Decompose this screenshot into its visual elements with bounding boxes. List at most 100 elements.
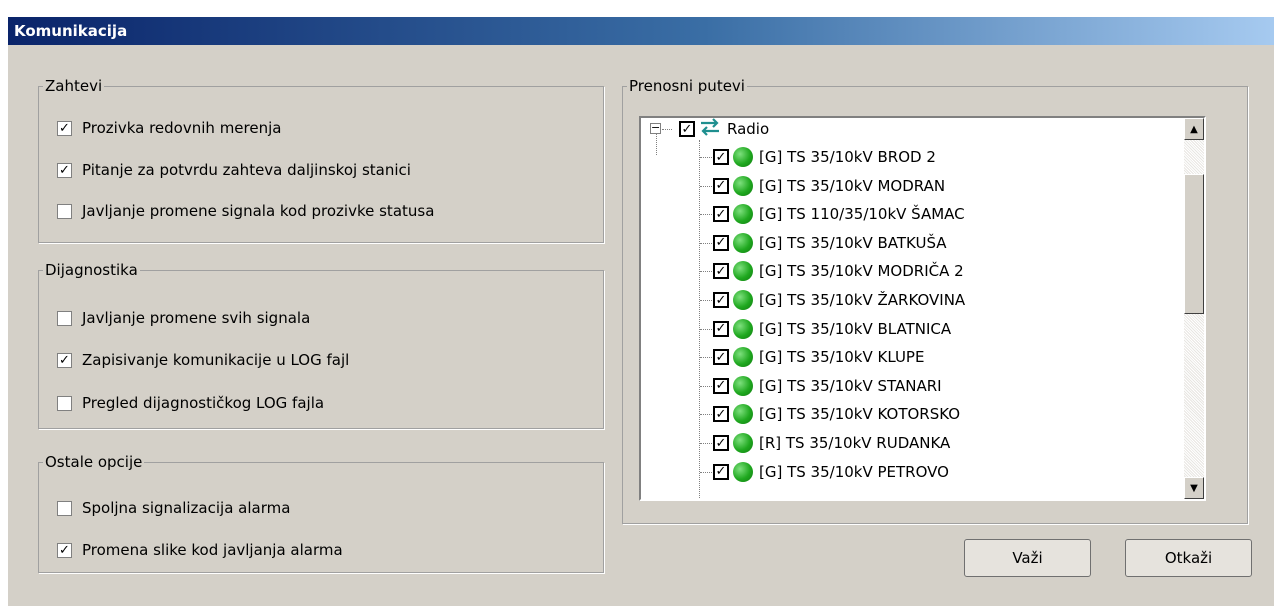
group-ostale-opcije: Ostale opcije Spoljna signalizacija alar…	[38, 453, 604, 573]
tree-item-station[interactable]: ✓ [G] TS 110/35/10kV ŠAMAC	[713, 200, 965, 228]
tree-item-label: [G] TS 35/10kV KLUPE	[759, 348, 925, 367]
tree-checkbox[interactable]: ✓	[713, 435, 729, 451]
group-dijagnostika: Dijagnostika Javljanje promene svih sign…	[38, 261, 604, 429]
checkbox-label: Pitanje za potvrdu zahteva daljinskoj st…	[82, 161, 411, 179]
group-prenosni-putevi: Prenosni putevi − ✓ Radio ✓ [G] TS 35/10…	[622, 77, 1248, 524]
tree-checkbox[interactable]: ✓	[713, 406, 729, 423]
tree-item-label: [G] TS 35/10kV MODRIČA 2	[759, 262, 964, 281]
tree-line	[700, 443, 712, 444]
tree-item-label: [G] TS 35/10kV KOTORSKO	[759, 405, 961, 424]
status-dot-icon	[733, 461, 753, 482]
checkbox-pregled-dijagnostickog-log[interactable]: Pregled dijagnostičkog LOG fajla	[57, 392, 324, 414]
scroll-up-button[interactable]: ▲	[1184, 118, 1204, 140]
tree-line	[700, 157, 712, 158]
status-dot-icon	[733, 204, 753, 225]
checkbox-zapisivanje-komunikacije[interactable]: ✓ Zapisivanje komunikacije u LOG fajl	[57, 349, 349, 371]
tree-checkbox[interactable]: ✓	[713, 206, 729, 223]
group-prenosni-legend: Prenosni putevi	[629, 77, 745, 95]
checkbox-prozivka-redovnih-merenja[interactable]: ✓ Prozivka redovnih merenja	[57, 117, 281, 139]
arrows-exchange-icon	[699, 118, 721, 140]
tree-checkbox[interactable]: ✓	[713, 177, 729, 194]
checkbox-promena-slike[interactable]: ✓ Promena slike kod javljanja alarma	[57, 539, 343, 561]
group-zahtevi: Zahtevi ✓ Prozivka redovnih merenja ✓ Pi…	[38, 77, 604, 243]
tree-item-label: [G] TS 35/10kV BROD 2	[759, 148, 936, 166]
status-dot-icon	[733, 318, 753, 339]
checkbox-box[interactable]	[57, 203, 72, 219]
tree-root-label: Radio	[727, 120, 770, 138]
scroll-thumb[interactable]	[1184, 174, 1204, 314]
checkbox-label: Spoljna signalizacija alarma	[82, 499, 291, 517]
tree-checkbox[interactable]: ✓	[713, 349, 729, 366]
status-dot-icon	[733, 261, 753, 282]
tree-item-label: [G] TS 35/10kV BLATNICA	[759, 319, 952, 338]
tree-checkbox[interactable]: ✓	[713, 320, 729, 337]
tree-item-station[interactable]: ✓ [R] TS 35/10kV RUDANKA	[713, 429, 950, 457]
tree-item-station[interactable]: ✓ [G] TS 35/10kV STANARI	[713, 372, 942, 400]
route-tree[interactable]: − ✓ Radio ✓ [G] TS 35/10kV BROD 2 ✓ [G] TS …	[639, 116, 1206, 501]
checkbox-label: Promena slike kod javljanja alarma	[82, 541, 343, 559]
tree-item-label: [G] TS 35/10kV STANARI	[759, 376, 942, 395]
vertical-scrollbar[interactable]: ▲ ▼	[1184, 118, 1204, 499]
status-dot-icon	[733, 433, 753, 453]
cancel-button[interactable]: Otkaži	[1125, 539, 1252, 577]
status-dot-icon	[733, 232, 753, 253]
status-dot-icon	[733, 290, 753, 310]
tree-item-label: [G] TS 35/10kV PETROVO	[759, 462, 949, 481]
tree-item-label: [G] TS 35/10kV BATKUŠA	[759, 233, 947, 252]
checkbox-javljanje-promene-signala-status[interactable]: Javljanje promene signala kod prozivke s…	[57, 200, 434, 222]
tree-item-station[interactable]: ✓ [G] TS 35/10kV KOTORSKO	[713, 400, 960, 428]
checkbox-box[interactable]: ✓	[57, 542, 72, 558]
tree-checkbox[interactable]: ✓	[713, 149, 729, 165]
checkbox-box[interactable]	[57, 395, 72, 411]
tree-root-radio[interactable]: ✓ Radio	[679, 118, 769, 143]
group-ostale-legend: Ostale opcije	[45, 453, 143, 471]
tree-item-station[interactable]: ✓ [G] TS 35/10kV MODRAN	[713, 172, 945, 200]
checkbox-label: Javljanje promene signala kod prozivke s…	[82, 202, 435, 220]
tree-checkbox[interactable]: ✓	[713, 263, 729, 280]
tree-checkbox[interactable]: ✓	[713, 463, 729, 480]
tree-item-station[interactable]: ✓ [G] TS 35/10kV MODRIČA 2	[713, 257, 964, 285]
ok-button[interactable]: Važi	[964, 539, 1091, 577]
checkbox-spoljna-signalizacija[interactable]: Spoljna signalizacija alarma	[57, 497, 290, 519]
status-dot-icon	[733, 375, 753, 396]
status-dot-icon	[733, 347, 753, 368]
tree-item-station[interactable]: ✓ [G] TS 35/10kV ŽARKOVINA	[713, 286, 965, 314]
collapse-toggle-icon[interactable]: −	[650, 122, 661, 134]
tree-item-label: [G] TS 35/10kV MODRAN	[759, 176, 946, 195]
checkbox-box[interactable]: ✓	[57, 352, 72, 368]
checkbox-box[interactable]	[57, 310, 72, 326]
tree-item-label: [R] TS 35/10kV RUDANKA	[759, 434, 951, 452]
tree-line	[700, 471, 712, 473]
checkbox-javljanje-promene-svih-signala[interactable]: Javljanje promene svih signala	[57, 307, 310, 329]
checkbox-label: Javljanje promene svih signala	[82, 309, 311, 327]
title-bar: Komunikacija	[8, 17, 1274, 45]
checkbox-box[interactable]: ✓	[57, 162, 72, 178]
checkbox-label: Pregled dijagnostičkog LOG fajla	[82, 394, 325, 412]
tree-item-station[interactable]: ✓ [G] TS 35/10kV KLUPE	[713, 343, 924, 371]
status-dot-icon	[733, 175, 753, 196]
tree-item-station[interactable]: ✓ [G] TS 35/10kV BLATNICA	[713, 315, 951, 343]
checkbox-pitanje-za-potvrdu[interactable]: ✓ Pitanje za potvrdu zahteva daljinskoj …	[57, 159, 411, 181]
checkbox-label: Zapisivanje komunikacije u LOG fajl	[82, 351, 350, 369]
scroll-down-button[interactable]: ▼	[1184, 477, 1204, 499]
tree-checkbox[interactable]: ✓	[713, 377, 729, 394]
checkbox-box[interactable]: ✓	[57, 120, 72, 136]
checkbox-box[interactable]	[57, 500, 72, 516]
tree-line	[700, 414, 712, 416]
tree-checkbox[interactable]: ✓	[713, 234, 729, 251]
tree-item-station[interactable]: ✓ [G] TS 35/10kV PETROVO	[713, 458, 949, 486]
status-dot-icon	[733, 404, 753, 425]
tree-item-station[interactable]: ✓ [G] TS 35/10kV BROD 2	[713, 143, 936, 171]
tree-line	[700, 214, 712, 216]
status-dot-icon	[733, 147, 753, 167]
tree-line	[700, 300, 712, 301]
tree-item-station[interactable]: ✓ [G] TS 35/10kV BATKUŠA	[713, 229, 947, 257]
tree-line	[700, 328, 712, 330]
tree-line	[662, 129, 672, 130]
tree-checkbox[interactable]: ✓	[679, 121, 695, 137]
tree-checkbox[interactable]: ✓	[713, 292, 729, 308]
group-dijagnostika-legend: Dijagnostika	[45, 261, 138, 279]
tree-line	[700, 242, 712, 244]
tree-content: − ✓ Radio ✓ [G] TS 35/10kV BROD 2 ✓ [G] TS …	[641, 118, 1201, 499]
dialog-window: Komunikacija Zahtevi ✓ Prozivka redovnih…	[8, 17, 1274, 606]
